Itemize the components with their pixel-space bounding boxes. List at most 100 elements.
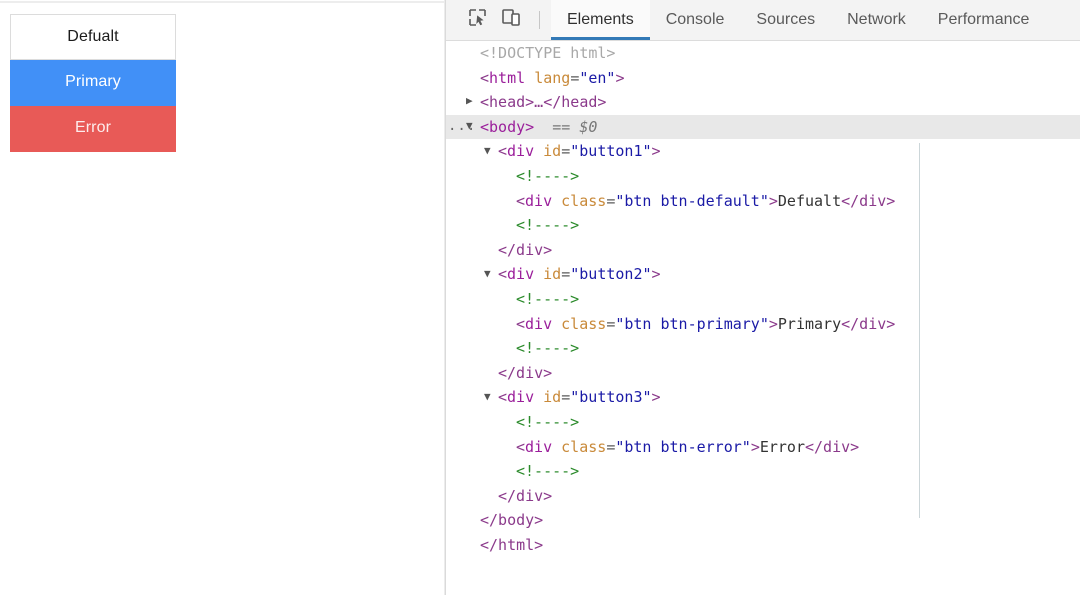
button2-eq: = [561,265,570,283]
button3-eq: = [561,388,570,406]
device-toolbar-icon [501,8,521,32]
btn-default-closing-tag: </div> [841,192,895,210]
html-eq: = [570,69,579,87]
body-selected-marker: == $0 [552,118,597,136]
html-attr-name: lang [534,69,570,87]
dom-row-div-button3-close[interactable]: </div> [446,484,1080,509]
button2-open-bracket: < [498,265,507,283]
html-closing-tag: </html> [480,536,543,554]
button3-attr-value: "button3" [570,388,651,406]
dom-row-head[interactable]: <head>…</head> [446,90,1080,115]
dom-row-btn-default[interactable]: <div class="btn btn-default">Defualt</di… [446,189,1080,214]
button1-closing-tag: </div> [498,241,552,259]
comment-text: <!----> [516,462,579,480]
toolbar-separator [539,11,540,29]
head-expand-arrow-icon[interactable] [466,89,480,114]
dom-row-btn-primary[interactable]: <div class="btn btn-primary">Primary</di… [446,312,1080,337]
button2-attr-name: id [543,265,561,283]
comment-text: <!----> [516,216,579,234]
html-close-bracket: > [615,69,624,87]
tab-network[interactable]: Network [831,0,922,40]
btn-default-tag-name: div [525,192,552,210]
btn-default-eq: = [606,192,615,210]
button2-close-bracket: > [652,265,661,283]
button-default[interactable]: Defualt [10,14,176,60]
btn-default-close-bracket: > [769,192,778,210]
tab-console[interactable]: Console [650,0,741,40]
dom-row-btn-error[interactable]: <div class="btn btn-error">Error</div> [446,435,1080,460]
dom-row-comment[interactable]: <!----> [446,459,1080,484]
dom-row-html-close[interactable]: </html> [446,533,1080,558]
body-closing-tag: </body> [480,511,543,529]
button2-attr-value: "button2" [570,265,651,283]
btn-error-open-bracket: < [516,438,525,456]
button1-attr-value: "button1" [570,142,651,160]
dom-tree[interactable]: <!DOCTYPE html> <html lang="en"> <head>…… [446,41,1080,595]
comment-text: <!----> [516,167,579,185]
dom-row-comment[interactable]: <!----> [446,213,1080,238]
dom-row-doctype[interactable]: <!DOCTYPE html> [446,41,1080,66]
button-stack: Defualt Primary Error [10,14,176,152]
comment-text: <!----> [516,413,579,431]
button3-close-bracket: > [652,388,661,406]
dom-row-comment[interactable]: <!----> [446,164,1080,189]
btn-primary-close-bracket: > [769,315,778,333]
btn-error-closing-tag: </div> [805,438,859,456]
body-collapse-arrow-icon[interactable] [466,114,480,139]
button2-tag-name: div [507,265,534,283]
button-primary[interactable]: Primary [10,60,176,106]
button3-tag-name: div [507,388,534,406]
btn-primary-attr-name: class [561,315,606,333]
btn-default-text-node: Defualt [778,192,841,210]
doctype-text: <!DOCTYPE html> [480,44,615,62]
dom-row-html-open[interactable]: <html lang="en"> [446,66,1080,91]
dom-row-div-button1-close[interactable]: </div> [446,238,1080,263]
btn-primary-closing-tag: </div> [841,315,895,333]
dom-row-div-button3-open[interactable]: <div id="button3"> [446,385,1080,410]
btn-primary-tag-name: div [525,315,552,333]
dom-row-body-close[interactable]: </body> [446,508,1080,533]
button-error[interactable]: Error [10,106,176,152]
btn-default-attr-value: "btn btn-default" [615,192,769,210]
button3-collapse-arrow-icon[interactable] [484,385,498,410]
head-line-text: <head>…</head> [480,93,606,111]
dom-row-div-button1-open[interactable]: <div id="button1"> [446,139,1080,164]
dom-row-comment[interactable]: <!----> [446,287,1080,312]
comment-text: <!----> [516,339,579,357]
btn-primary-open-bracket: < [516,315,525,333]
btn-default-open-bracket: < [516,192,525,210]
button1-attr-name: id [543,142,561,160]
btn-error-close-bracket: > [751,438,760,456]
dom-row-div-button2-open[interactable]: <div id="button2"> [446,262,1080,287]
button1-collapse-arrow-icon[interactable] [484,139,498,164]
device-toolbar-button[interactable] [494,0,528,40]
rendered-page-pane: Defualt Primary Error [0,3,445,595]
tab-sources[interactable]: Sources [740,0,831,40]
dom-row-div-button2-close[interactable]: </div> [446,361,1080,386]
btn-error-attr-value: "btn btn-error" [615,438,750,456]
btn-error-text-node: Error [760,438,805,456]
button3-closing-tag: </div> [498,487,552,505]
tab-performance[interactable]: Performance [922,0,1046,40]
btn-error-eq: = [606,438,615,456]
button1-close-bracket: > [652,142,661,160]
btn-error-tag-name: div [525,438,552,456]
button2-collapse-arrow-icon[interactable] [484,262,498,287]
dom-row-comment[interactable]: <!----> [446,410,1080,435]
dom-row-comment[interactable]: <!----> [446,336,1080,361]
button3-open-bracket: < [498,388,507,406]
tab-elements[interactable]: Elements [551,0,650,40]
devtools-window: Defualt Primary Error [0,0,1080,595]
dom-indent-guide-line [919,143,920,518]
devtools-panel: Elements Console Sources Network Perform… [446,0,1080,595]
button2-closing-tag: </div> [498,364,552,382]
btn-primary-text-node: Primary [778,315,841,333]
dom-row-body[interactable]: ···<body> == $0 [446,115,1080,140]
inspect-element-button[interactable] [460,0,494,40]
comment-text: <!----> [516,290,579,308]
devtools-toolbar: Elements Console Sources Network Perform… [446,0,1080,41]
btn-primary-eq: = [606,315,615,333]
btn-primary-attr-value: "btn btn-primary" [615,315,769,333]
btn-error-attr-name: class [561,438,606,456]
html-open-bracket: < [480,69,489,87]
